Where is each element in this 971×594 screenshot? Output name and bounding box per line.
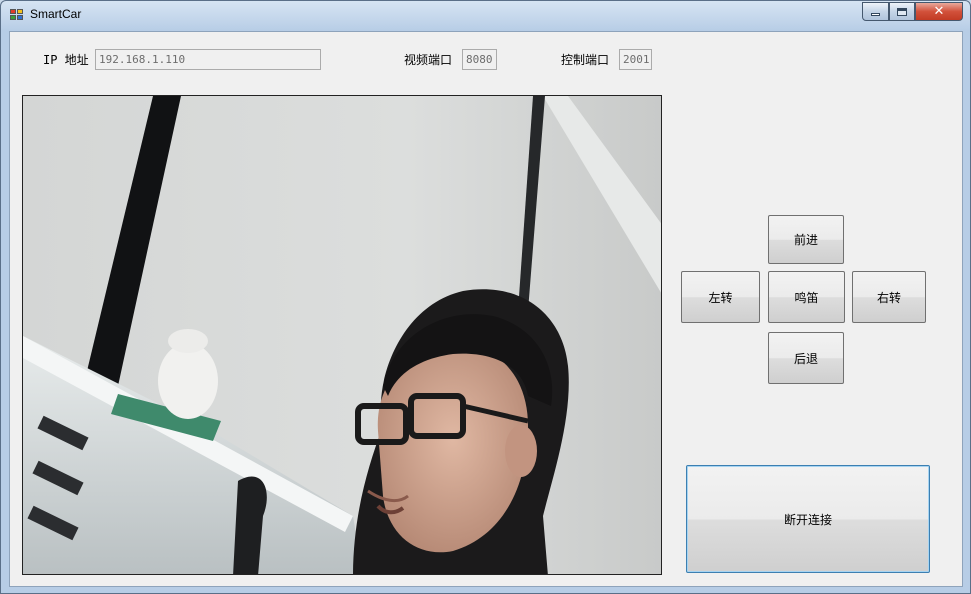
forward-button[interactable]: 前进	[768, 215, 844, 264]
video-port-label: 视频端口	[404, 53, 453, 67]
close-icon: ✕	[933, 4, 945, 19]
app-icon	[10, 9, 24, 21]
ip-label: IP 地址	[43, 53, 89, 67]
client-area: IP 地址 192.168.1.110 视频端口 8080 控制端口 2001	[9, 31, 963, 587]
window-title: SmartCar	[30, 7, 82, 21]
video-port-field[interactable]: 8080	[462, 49, 497, 70]
close-button[interactable]: ✕	[915, 2, 963, 21]
title-bar[interactable]: SmartCar ✕	[1, 1, 970, 29]
horn-button[interactable]: 鸣笛	[768, 271, 845, 323]
backward-button[interactable]: 后退	[768, 332, 844, 384]
turn-right-button[interactable]: 右转	[852, 271, 926, 323]
ip-address-field[interactable]: 192.168.1.110	[95, 49, 321, 70]
camera-frame-image	[23, 96, 661, 574]
control-port-field[interactable]: 2001	[619, 49, 652, 70]
camera-video-feed	[22, 95, 662, 575]
app-window: SmartCar ✕ IP 地址 192.168.1.110 视频端口 8080…	[0, 0, 971, 594]
minimize-button[interactable]	[862, 2, 889, 21]
minimize-icon	[871, 13, 880, 16]
maximize-icon	[897, 7, 907, 16]
maximize-button[interactable]	[889, 2, 915, 21]
disconnect-button[interactable]: 断开连接	[686, 465, 930, 573]
control-port-label: 控制端口	[561, 53, 610, 67]
turn-left-button[interactable]: 左转	[681, 271, 760, 323]
